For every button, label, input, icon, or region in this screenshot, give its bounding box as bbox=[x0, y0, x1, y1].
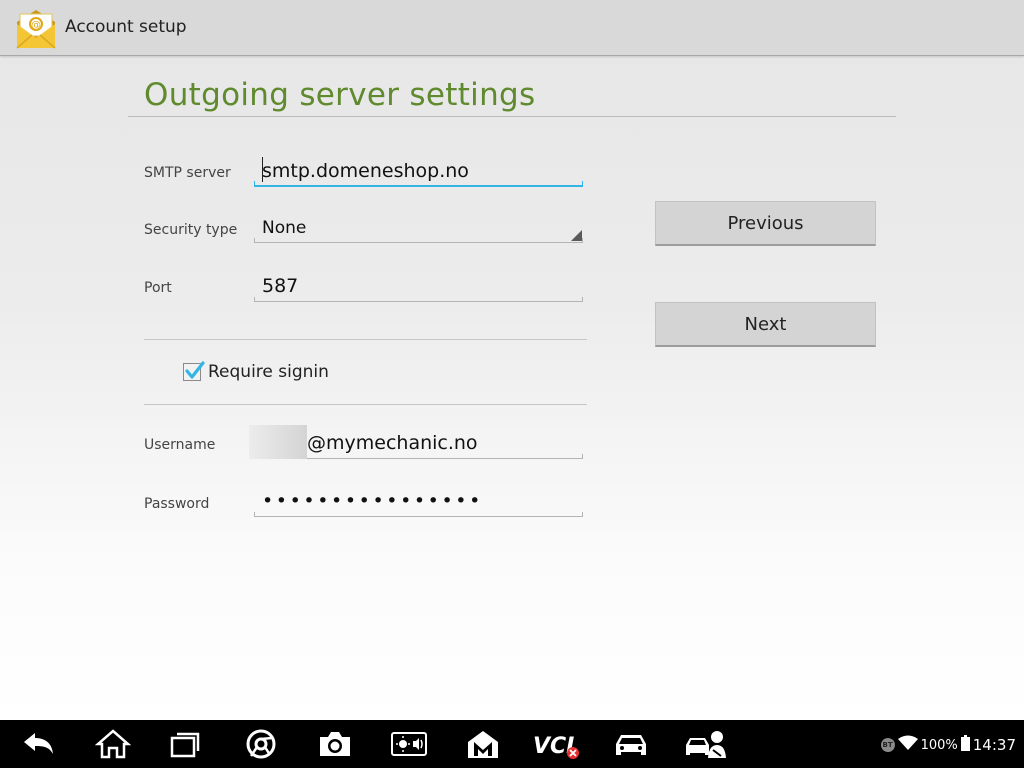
previous-button[interactable]: Previous bbox=[655, 201, 876, 246]
security-type-label: Security type bbox=[144, 222, 238, 238]
wifi-icon bbox=[897, 735, 918, 755]
action-bar: @ Account setup bbox=[0, 0, 1024, 56]
recent-apps-icon[interactable] bbox=[168, 728, 204, 760]
page-title: Outgoing server settings bbox=[144, 77, 536, 113]
username-label: Username bbox=[144, 437, 216, 453]
bluetooth-icon: BT bbox=[880, 738, 895, 752]
battery-percentage: 100% bbox=[920, 737, 958, 753]
back-icon[interactable] bbox=[20, 728, 56, 760]
status-bar: BT 100% 14:37 bbox=[880, 735, 1016, 755]
car-icon[interactable] bbox=[613, 728, 649, 760]
section-divider bbox=[144, 339, 587, 340]
redacted-username-part bbox=[249, 425, 307, 459]
email-app-icon[interactable]: @ bbox=[14, 8, 58, 50]
svg-text:@: @ bbox=[31, 20, 41, 31]
password-input[interactable]: •••••••••••••••• bbox=[254, 487, 583, 517]
title-divider bbox=[128, 116, 896, 117]
smtp-server-input[interactable]: smtp.domeneshop.no bbox=[254, 157, 583, 187]
port-input[interactable]: 587 bbox=[254, 272, 583, 302]
clock: 14:37 bbox=[972, 736, 1016, 754]
security-type-value: None bbox=[262, 218, 307, 238]
brightness-volume-icon[interactable] bbox=[391, 728, 427, 760]
chrome-icon[interactable] bbox=[243, 728, 279, 760]
smtp-server-label: SMTP server bbox=[144, 165, 231, 181]
dropdown-arrow-icon bbox=[571, 230, 582, 241]
smtp-server-value: smtp.domeneshop.no bbox=[262, 160, 469, 182]
password-value: •••••••••••••••• bbox=[262, 490, 483, 512]
home-icon[interactable] bbox=[94, 728, 132, 760]
mechanic-icon[interactable] bbox=[685, 728, 727, 760]
checkmark-icon bbox=[185, 361, 205, 379]
port-label: Port bbox=[144, 280, 172, 296]
vci-icon[interactable]: VCI bbox=[532, 728, 580, 760]
text-cursor bbox=[262, 157, 263, 182]
require-signin-checkbox[interactable] bbox=[183, 361, 205, 381]
security-type-spinner[interactable]: None bbox=[254, 213, 583, 243]
maxifix-icon[interactable] bbox=[465, 728, 501, 760]
password-label: Password bbox=[144, 496, 210, 512]
next-button[interactable]: Next bbox=[655, 302, 876, 347]
require-signin-label[interactable]: Require signin bbox=[208, 362, 329, 382]
section-divider bbox=[144, 404, 587, 405]
username-value: @mymechanic.no bbox=[307, 432, 478, 454]
battery-icon bbox=[960, 735, 970, 755]
system-navigation-bar: VCI bbox=[0, 720, 1024, 768]
camera-icon[interactable] bbox=[317, 728, 353, 760]
port-value: 587 bbox=[262, 275, 299, 297]
actionbar-title: Account setup bbox=[65, 17, 187, 37]
